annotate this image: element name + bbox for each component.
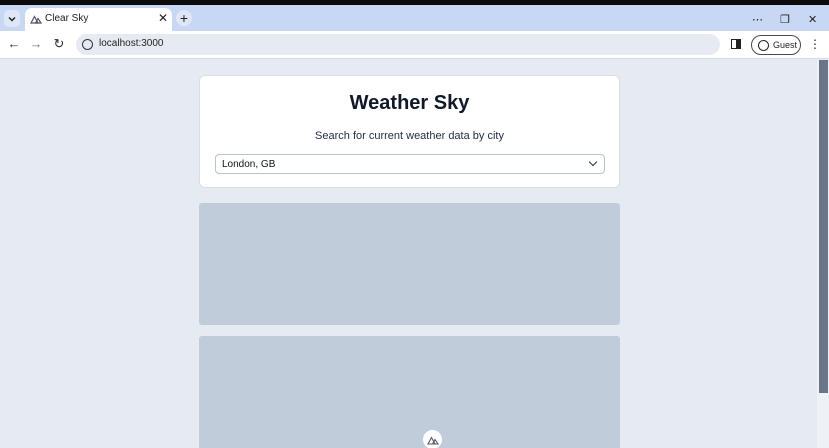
search-card: Weather Sky Search for current weather d… [199, 75, 620, 188]
more-menu-icon[interactable]: ⋮ [809, 38, 821, 50]
nuxt-devtools-button[interactable] [423, 430, 442, 448]
nuxt-logo-icon [30, 15, 42, 24]
side-panel-icon[interactable] [731, 39, 741, 49]
tab-search-button[interactable] [4, 10, 20, 27]
page-content: Weather Sky Search for current weather d… [0, 60, 817, 448]
forward-arrow-icon[interactable]: → [28, 36, 44, 52]
profile-label: Guest [773, 40, 798, 50]
forecast-loading-placeholder [199, 336, 620, 448]
scrollbar-thumb[interactable] [819, 60, 828, 393]
chevron-down-icon [588, 157, 598, 167]
nuxt-logo-icon [426, 435, 439, 445]
back-arrow-icon[interactable]: ← [6, 36, 22, 52]
close-icon[interactable]: ✕ [158, 11, 168, 25]
tab-bar: Clear Sky ✕ + ⋯ ❐ ✕ [0, 5, 829, 31]
url-text[interactable]: localhost:3000 [99, 38, 164, 49]
profile-icon [758, 40, 769, 51]
page-subtitle: Search for current weather data by city [315, 130, 504, 142]
close-window-icon[interactable]: ✕ [808, 13, 817, 26]
tab-clear-sky[interactable]: Clear Sky ✕ [25, 8, 172, 31]
city-select-value: London, GB [222, 159, 276, 170]
weather-loading-placeholder [199, 203, 620, 325]
tab-title: Clear Sky [45, 13, 89, 24]
address-bar[interactable]: localhost:3000 [76, 34, 720, 55]
site-info-icon[interactable] [82, 39, 93, 50]
restore-icon[interactable]: ❐ [780, 13, 790, 26]
browser-toolbar: ← → ↻ localhost:3000 Guest ⋮ [0, 31, 829, 59]
minimize-icon[interactable]: ⋯ [752, 13, 763, 26]
tab-search-icon [8, 16, 16, 22]
page-scrollbar[interactable] [817, 60, 829, 448]
reload-icon[interactable]: ↻ [51, 36, 67, 52]
page-title: Weather Sky [349, 92, 470, 114]
city-select[interactable]: London, GB [215, 154, 605, 174]
plus-icon[interactable]: + [176, 10, 192, 26]
profile-button[interactable]: Guest [751, 35, 801, 55]
